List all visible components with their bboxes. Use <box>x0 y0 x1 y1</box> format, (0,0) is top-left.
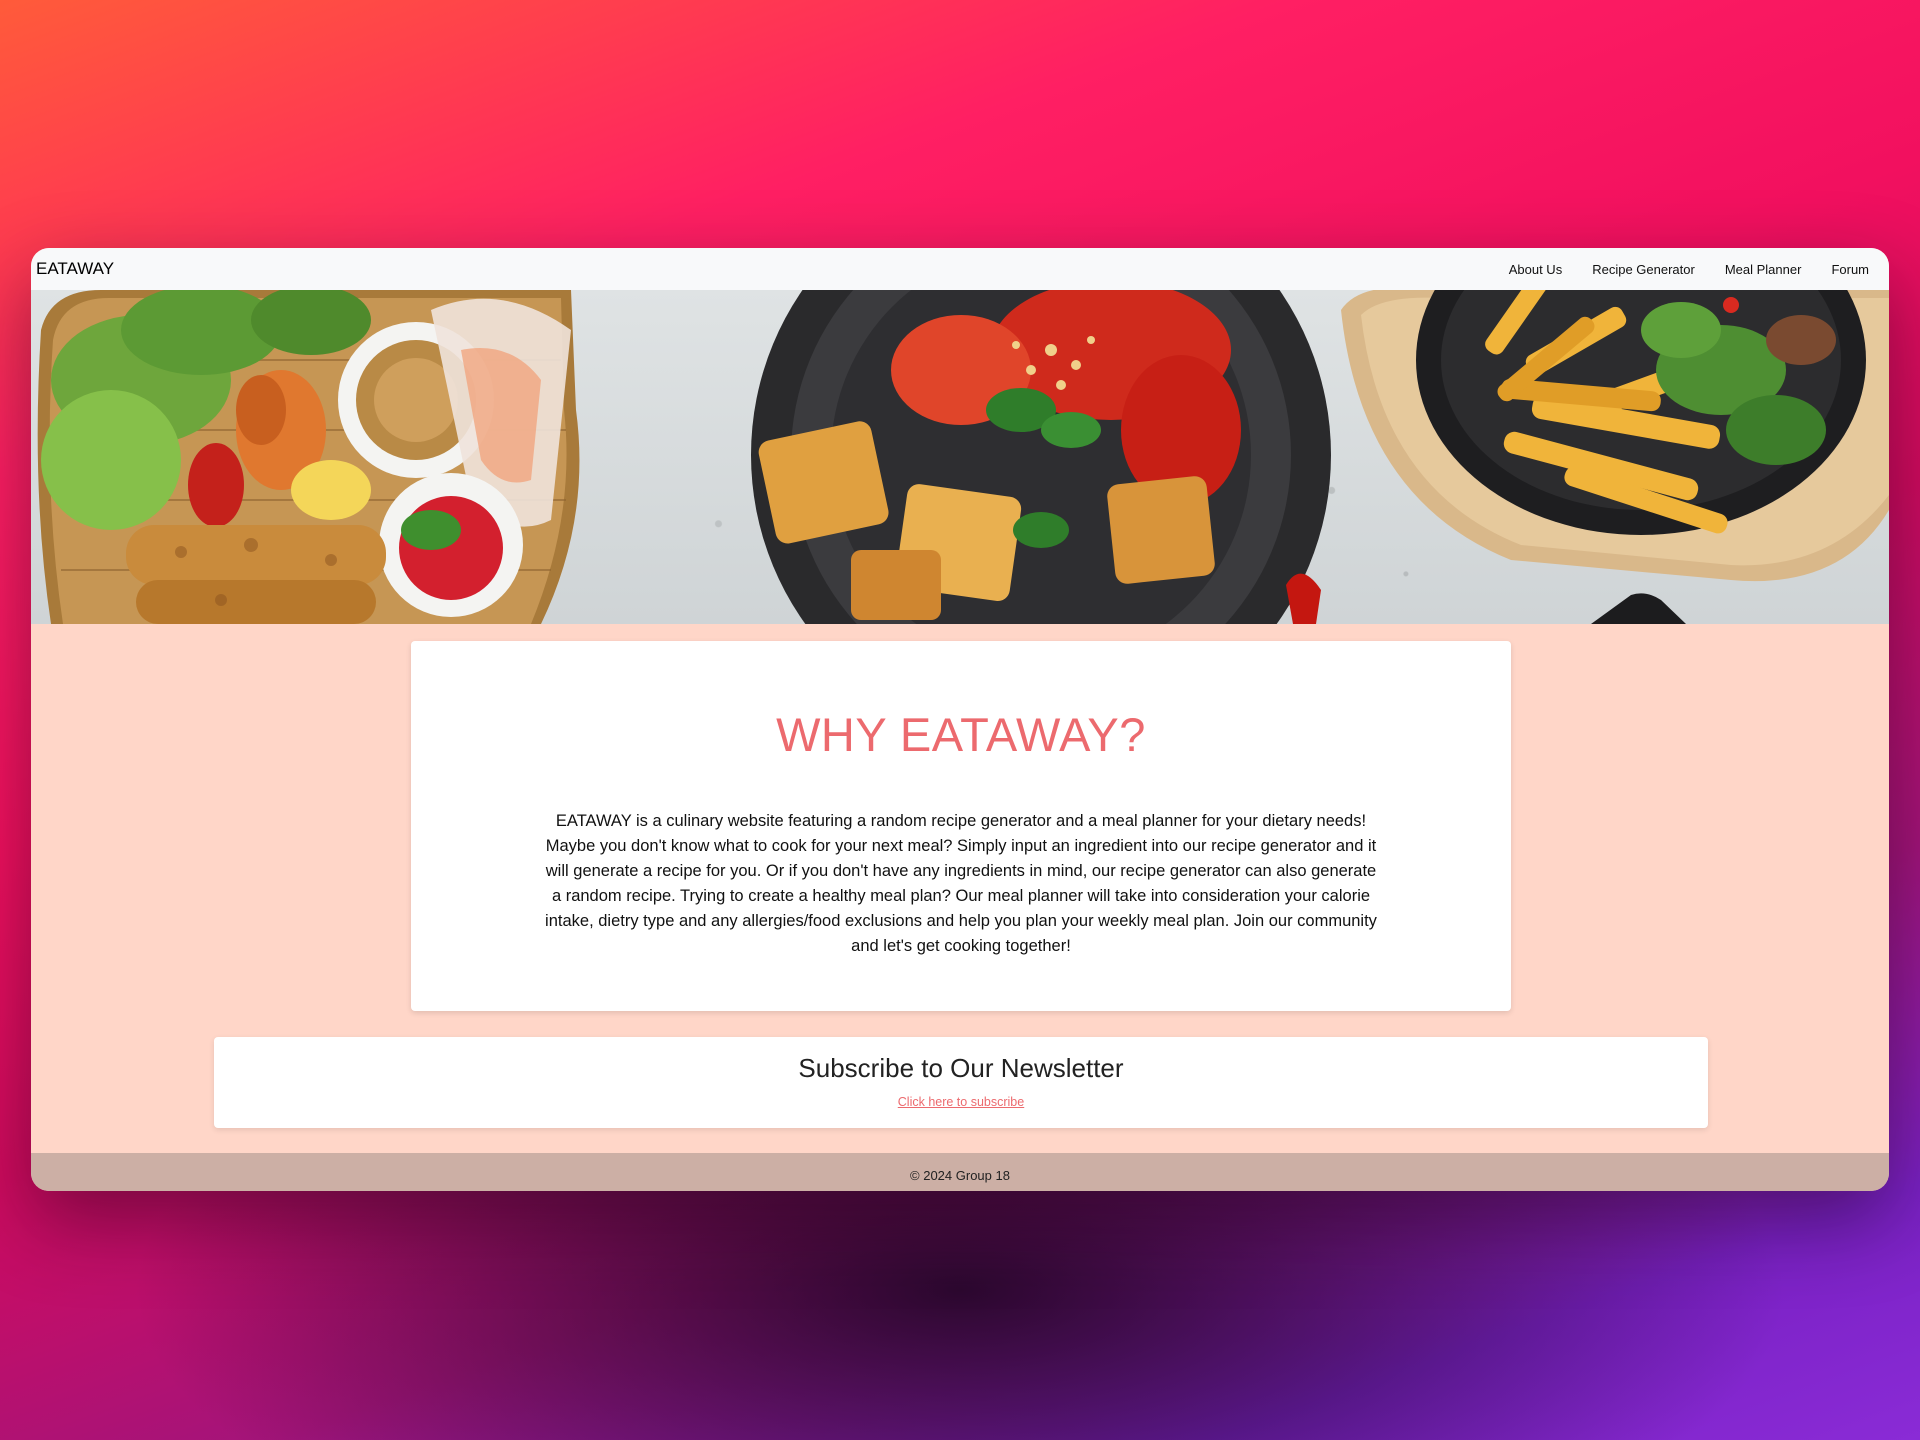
hero-banner-image <box>31 290 1889 624</box>
hero-food-illustration <box>37 290 1889 624</box>
newsletter-heading: Subscribe to Our Newsletter <box>798 1053 1124 1083</box>
browser-window: EATAWAY About Us Recipe Generator Meal P… <box>31 248 1889 1191</box>
fries-pan <box>1341 290 1889 624</box>
nav-link-about-us[interactable]: About Us <box>1509 262 1562 277</box>
nav-links: About Us Recipe Generator Meal Planner F… <box>1479 262 1869 277</box>
brand-logo[interactable]: EATAWAY <box>36 259 114 279</box>
basket-dish <box>37 290 580 624</box>
newsletter-card: Subscribe to Our Newsletter Click here t… <box>214 1037 1708 1128</box>
nav-link-forum[interactable]: Forum <box>1831 262 1869 277</box>
footer: © 2024 Group 18 <box>31 1153 1889 1191</box>
why-eataway-heading: WHY EATAWAY? <box>776 708 1146 761</box>
why-eataway-card: WHY EATAWAY? EATAWAY is a culinary websi… <box>411 641 1511 1011</box>
nav-link-meal-planner[interactable]: Meal Planner <box>1725 262 1802 277</box>
subscribe-link[interactable]: Click here to subscribe <box>214 1095 1708 1109</box>
tofu-plate <box>751 290 1331 624</box>
navbar: EATAWAY About Us Recipe Generator Meal P… <box>31 248 1889 290</box>
footer-copyright: © 2024 Group 18 <box>910 1168 1010 1183</box>
nav-link-recipe-generator[interactable]: Recipe Generator <box>1592 262 1695 277</box>
why-eataway-description: EATAWAY is a culinary website featuring … <box>545 812 1377 955</box>
